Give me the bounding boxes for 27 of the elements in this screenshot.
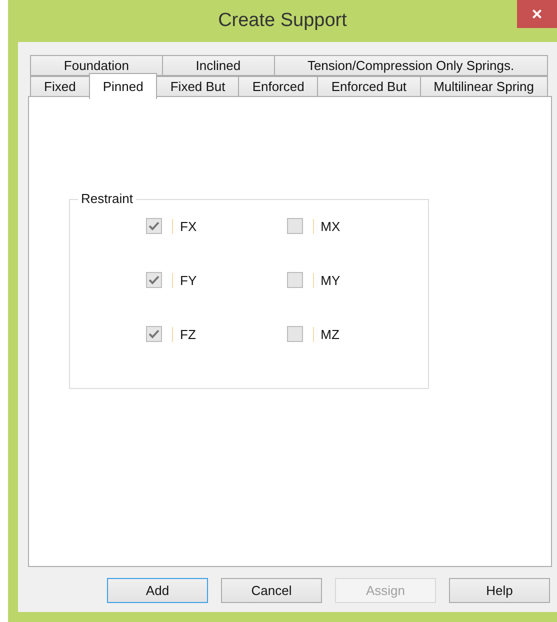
tab[interactable]: Enforced But <box>317 76 421 97</box>
checkbox[interactable] <box>286 326 303 342</box>
tab[interactable]: Enforced <box>238 76 318 97</box>
tab[interactable]: Multilinear Spring <box>420 76 548 97</box>
checkbox[interactable] <box>146 218 162 234</box>
checkbox[interactable] <box>286 272 303 288</box>
tab[interactable]: Pinned <box>88 73 158 99</box>
tab[interactable]: Tension/Compression Only Springs. <box>274 55 548 76</box>
tab[interactable]: Inclined <box>162 55 275 76</box>
dialog-button[interactable]: Add <box>107 578 208 603</box>
checkbox-label: FZ <box>172 326 196 342</box>
checkbox-label: MX <box>312 218 340 234</box>
dialog-button[interactable]: Help <box>449 578 550 603</box>
group-title: Restraint <box>78 191 136 206</box>
checkbox-label: MZ <box>312 326 340 342</box>
window-title: Create Support <box>218 10 347 32</box>
checkbox[interactable] <box>286 218 303 234</box>
checkbox-label: FX <box>172 218 197 234</box>
checkbox[interactable] <box>146 326 162 342</box>
tab[interactable]: Fixed <box>30 76 90 97</box>
checkbox[interactable] <box>146 272 162 288</box>
checkbox-label: FY <box>172 272 197 288</box>
checkbox-label: MY <box>312 272 340 288</box>
tab[interactable]: Foundation <box>30 55 163 76</box>
tab[interactable]: Fixed But <box>156 76 240 97</box>
dialog-button[interactable]: Cancel <box>221 578 322 603</box>
close-button[interactable]: × <box>517 0 557 28</box>
